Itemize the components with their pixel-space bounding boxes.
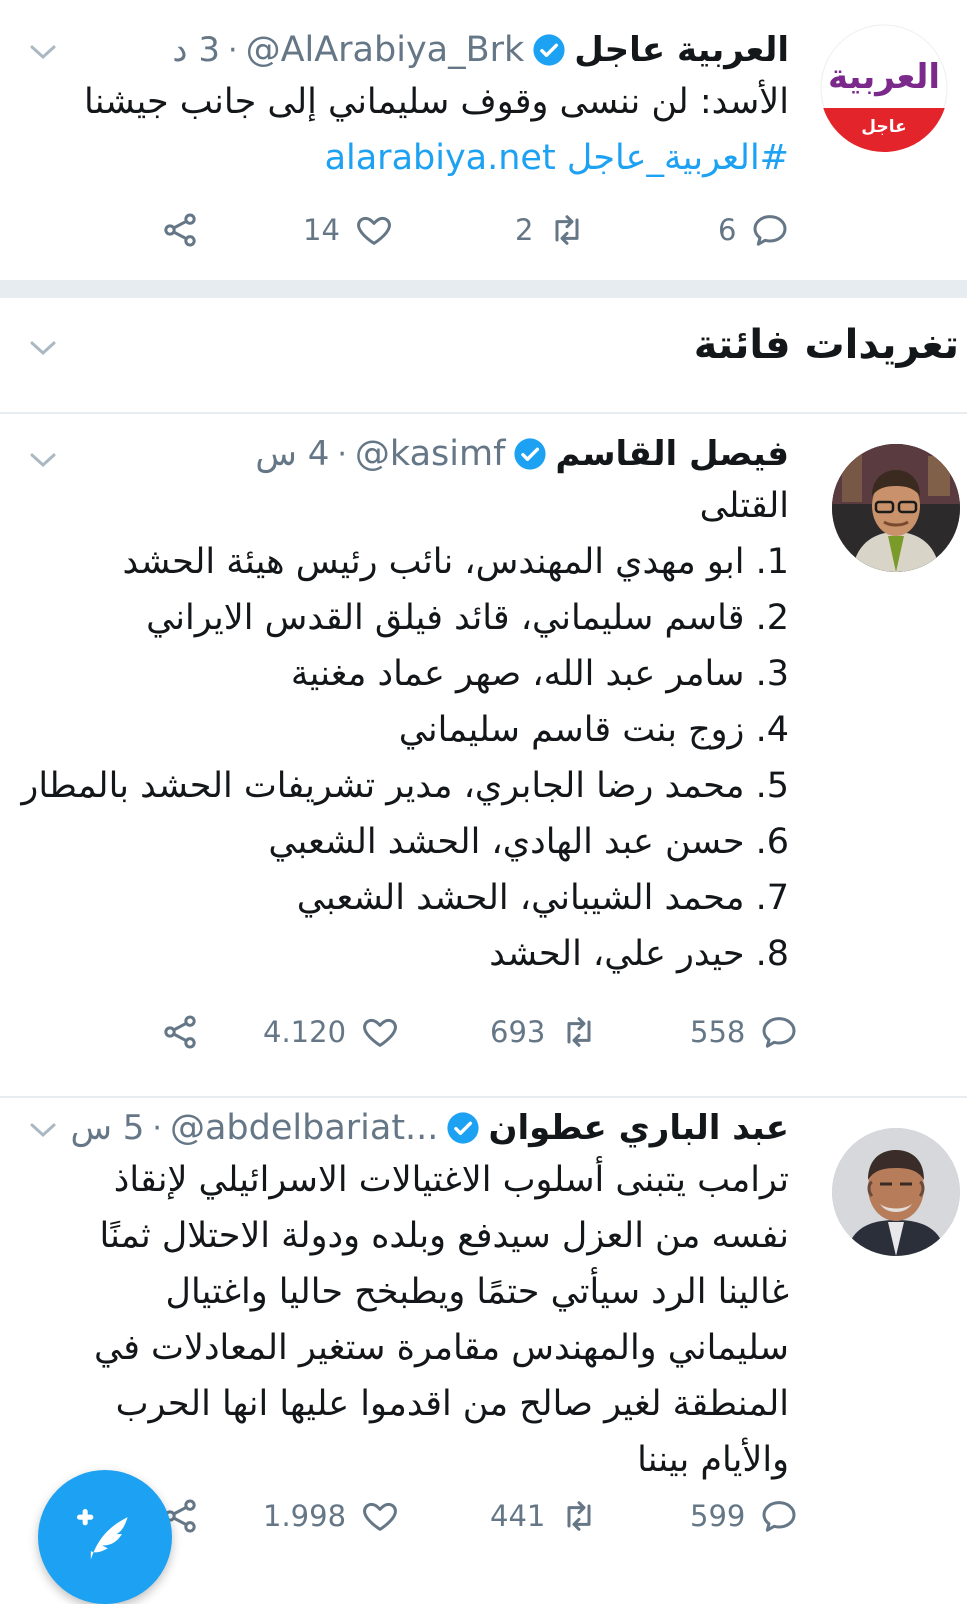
tweet-actions: 558 693 4.120 xyxy=(0,1012,967,1062)
tweet-line: القتلى xyxy=(699,486,789,526)
reply-button[interactable]: 6 xyxy=(718,210,790,250)
separator-dot: · xyxy=(152,1110,162,1146)
tweet-line: سليماني والمهندس مقامرة ستغير المعادلات … xyxy=(94,1328,789,1368)
reply-icon xyxy=(762,1017,796,1048)
retweet-icon xyxy=(555,215,579,245)
tweet-time[interactable]: 5 س xyxy=(70,1108,144,1148)
avatar-kasimf[interactable] xyxy=(832,444,960,572)
tweet-line: الأسد: لن ننسى وقوف سليماني إلى جانب جيش… xyxy=(84,82,789,122)
like-button[interactable]: 1.998 xyxy=(263,1496,400,1536)
tweet-line: 7. محمد الشيباني، الحشد الشعبي xyxy=(296,878,789,918)
like-count: 4.120 xyxy=(263,1015,347,1049)
tweet-text: القتلى 1. ابو مهدي المهندس، نائب رئيس هي… xyxy=(20,478,789,982)
tweet-header: عبد الباري عطوان @abdelbariat... · 5 س xyxy=(60,1100,789,1156)
retweet-count: 441 xyxy=(490,1499,546,1533)
tweet-line: نفسه من العزل سيدفع وبلده ودولة الاحتلال… xyxy=(99,1216,790,1256)
avatar-abdelbari[interactable] xyxy=(832,1128,960,1256)
reply-count: 558 xyxy=(690,1015,746,1049)
section-separator xyxy=(0,280,967,298)
verified-badge-icon xyxy=(514,438,546,470)
retweet-button[interactable]: 441 xyxy=(490,1496,599,1536)
tweet-line: 4. زوج بنت قاسم سليماني xyxy=(398,710,789,750)
tweet-line: 8. حيدر علي، الحشد xyxy=(489,934,789,974)
section-title: تغريدات فائتة xyxy=(693,322,959,368)
retweet-count: 693 xyxy=(490,1015,546,1049)
reply-button[interactable]: 599 xyxy=(690,1496,799,1536)
like-icon xyxy=(363,1502,397,1531)
retweet-icon xyxy=(567,1017,591,1047)
reply-count: 6 xyxy=(718,213,737,247)
tweet-line: 1. ابو مهدي المهندس، نائب رئيس هيئة الحش… xyxy=(122,542,789,582)
like-button[interactable]: 4.120 xyxy=(263,1012,400,1052)
share-button[interactable] xyxy=(160,1012,200,1052)
separator-dot: · xyxy=(337,436,347,472)
alarabiya-logo-text: العربية xyxy=(828,57,940,97)
share-icon xyxy=(164,1015,196,1049)
like-count: 1.998 xyxy=(263,1499,347,1533)
like-button[interactable]: 14 xyxy=(303,210,394,250)
reply-icon xyxy=(753,215,787,246)
verified-badge-icon xyxy=(533,34,565,66)
hashtag-link[interactable]: #العربية_عاجل xyxy=(567,138,789,178)
tweet-time[interactable]: 3 د xyxy=(172,30,220,70)
tweet-line: المنطقة لغير صالح من اقدموا عليها انها ا… xyxy=(115,1384,789,1424)
retweet-button[interactable]: 2 xyxy=(515,210,587,250)
verified-badge-icon xyxy=(447,1112,480,1144)
author-handle[interactable]: @abdelbariat... xyxy=(170,1108,438,1148)
tweet-alarabiya[interactable]: العربية عاجل العربية عاجل @AlArabiya_Brk… xyxy=(0,0,967,278)
tweet-line: 6. حسن عبد الهادي، الحشد الشعبي xyxy=(268,822,789,862)
reply-count: 599 xyxy=(690,1499,746,1533)
author-handle[interactable]: @kasimf xyxy=(355,434,505,474)
author-name[interactable]: عبد الباري عطوان xyxy=(488,1108,789,1148)
chevron-down-icon[interactable] xyxy=(28,450,58,470)
tweet-line: 2. قاسم سليماني، قائد فيلق القدس الايران… xyxy=(146,598,789,638)
chevron-down-icon[interactable] xyxy=(28,42,58,62)
alarabiya-logo-icon: العربية عاجل xyxy=(820,24,948,152)
compose-tweet-button[interactable] xyxy=(38,1470,172,1604)
like-icon xyxy=(357,216,391,245)
tweet-header: العربية عاجل @AlArabiya_Brk · 3 د xyxy=(60,22,789,78)
like-icon xyxy=(363,1018,397,1047)
tweet-time[interactable]: 4 س xyxy=(255,434,329,474)
retweet-icon xyxy=(567,1501,591,1531)
profile-photo-icon xyxy=(832,1128,960,1256)
tweet-line: غالينا الرد سيأتي حتمًا ويطبخح حاليا واغ… xyxy=(165,1272,789,1312)
retweet-button[interactable]: 693 xyxy=(490,1012,599,1052)
chevron-down-icon[interactable] xyxy=(28,1120,58,1140)
profile-photo-icon xyxy=(832,444,960,572)
compose-tweet-icon xyxy=(76,1508,128,1560)
tweet-actions: 6 2 14 xyxy=(0,210,967,260)
share-button[interactable] xyxy=(160,210,200,250)
author-name[interactable]: فيصل القاسم xyxy=(555,434,789,474)
tweet-line: 3. سامر عبد الله، صهر عماد مغنية xyxy=(290,654,789,694)
author-handle[interactable]: @AlArabiya_Brk xyxy=(246,30,525,70)
tweet-line: #العربية_عاجل alarabiya.net xyxy=(20,130,789,186)
url-link[interactable]: alarabiya.net xyxy=(325,138,556,178)
share-icon xyxy=(164,213,196,247)
author-name[interactable]: العربية عاجل xyxy=(574,30,789,70)
alarabiya-badge-text: عاجل xyxy=(861,117,906,137)
tweet-text: ترامب يتبنى أسلوب الاغتيالات الاسرائيلي … xyxy=(20,1152,789,1488)
tweet-line: ترامب يتبنى أسلوب الاغتيالات الاسرائيلي … xyxy=(113,1160,789,1200)
tweet-kasimf[interactable]: فيصل القاسم @kasimf · 4 س القتلى 1. ابو … xyxy=(0,414,967,1094)
retweet-count: 2 xyxy=(515,213,534,247)
reply-button[interactable]: 558 xyxy=(690,1012,799,1052)
tweet-header: فيصل القاسم @kasimf · 4 س xyxy=(60,426,789,482)
tweet-text: الأسد: لن ننسى وقوف سليماني إلى جانب جيش… xyxy=(20,74,789,186)
reply-icon xyxy=(762,1501,796,1532)
separator-dot: · xyxy=(228,32,238,68)
tweet-line: 5. محمد رضا الجابري، مدير تشريفات الحشد … xyxy=(21,766,789,806)
like-count: 14 xyxy=(303,213,340,247)
section-chevron-down-icon[interactable] xyxy=(28,338,58,358)
avatar-alarabiya[interactable]: العربية عاجل xyxy=(820,24,948,152)
